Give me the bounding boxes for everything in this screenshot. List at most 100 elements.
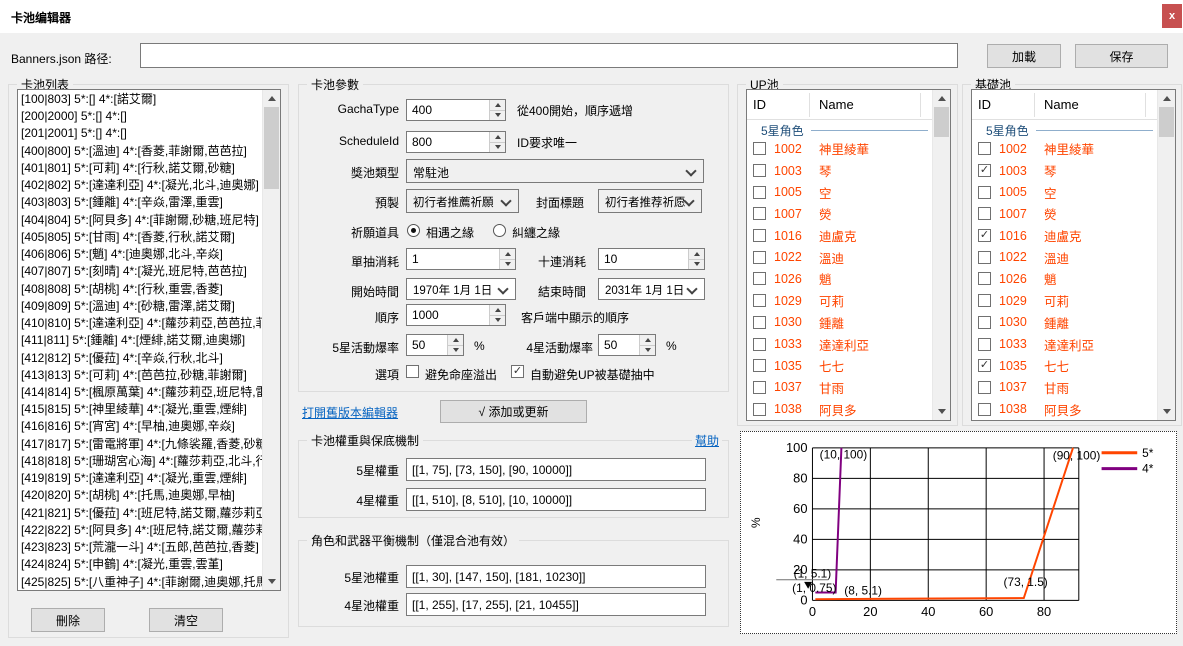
start-time-picker[interactable]: 1970年 1月 1日 [406, 278, 516, 300]
banner-listbox[interactable]: [100|803] 5*:[] 4*:[諾艾爾][200|2000] 5*:[]… [17, 89, 281, 591]
pool-row[interactable]: 1030鍾離 [972, 312, 1158, 334]
banner-list-item[interactable]: [404|804] 5*:[阿貝多] 4*:[菲謝爾,砂糖,班尼特] [21, 212, 263, 229]
row-checkbox[interactable] [978, 142, 991, 155]
path-input[interactable] [140, 43, 958, 68]
banner-list-item[interactable]: [417|817] 5*:[雷電將軍] 4*:[九條裟羅,香菱,砂糖] [21, 436, 263, 453]
help-link[interactable]: 幫助 [692, 432, 722, 449]
row-checkbox[interactable] [753, 229, 766, 242]
ten-cost-input[interactable]: 10 [598, 248, 705, 270]
pool-row[interactable]: 1022溫迪 [747, 246, 933, 268]
legacy-editor-link[interactable]: 打開舊版本編輯器 [302, 404, 398, 421]
row-checkbox[interactable] [978, 338, 991, 351]
banner-list-item[interactable]: [200|2000] 5*:[] 4*:[] [21, 108, 263, 125]
five-star-pool-weight-input[interactable]: [[1, 30], [147, 150], [181, 10230]] [406, 565, 706, 588]
pool-row[interactable]: 1033達達利亞 [972, 333, 1158, 355]
pool-row[interactable]: 1037甘雨 [747, 377, 933, 399]
gachatype-input[interactable]: 400 [406, 99, 506, 121]
row-checkbox[interactable] [753, 294, 766, 307]
sort-spinner[interactable] [489, 305, 505, 325]
scheduleid-spinner[interactable] [489, 132, 505, 152]
row-checkbox[interactable] [978, 251, 991, 264]
row-checkbox[interactable] [978, 294, 991, 307]
end-time-picker[interactable]: 2031年 1月 1日 [598, 278, 705, 300]
row-checkbox[interactable] [753, 381, 766, 394]
row-checkbox[interactable] [753, 186, 766, 199]
banner-list-item[interactable]: [416|816] 5*:[宵宮] 4*:[早柚,迪奧娜,辛焱] [21, 418, 263, 435]
row-checkbox[interactable] [753, 251, 766, 264]
scroll-down-button[interactable] [263, 573, 280, 590]
scroll-down-button[interactable] [1158, 403, 1175, 420]
pool-row[interactable]: 1002神里綾華 [972, 138, 1158, 160]
up-pool-scrollbar[interactable] [932, 90, 950, 420]
pool-row[interactable]: ✓1003琴 [972, 160, 1158, 182]
avoid-constellation-overflow-checkbox[interactable] [406, 365, 419, 378]
banner-list-item[interactable]: [414|814] 5*:[楓原萬葉] 4*:[蘿莎莉亞,班尼特,雷澤] [21, 384, 263, 401]
banner-list-item[interactable]: [415|815] 5*:[神里綾華] 4*:[凝光,重雲,煙緋] [21, 401, 263, 418]
five-star-rate-spinner[interactable] [447, 335, 463, 355]
pool-row[interactable]: 1038阿貝多 [972, 398, 1158, 420]
banner-list-item[interactable]: [421|821] 5*:[優菈] 4*:[班尼特,諾艾爾,蘿莎莉亞] [21, 505, 263, 522]
scroll-thumb[interactable] [934, 107, 949, 137]
row-checkbox[interactable] [753, 164, 766, 177]
row-checkbox[interactable] [753, 338, 766, 351]
pool-row[interactable]: 1035七七 [747, 355, 933, 377]
close-button[interactable]: x [1162, 4, 1182, 28]
pool-row[interactable]: 1029可莉 [972, 290, 1158, 312]
pool-row[interactable]: 1005空 [972, 181, 1158, 203]
pool-row[interactable]: 1037甘雨 [972, 377, 1158, 399]
scroll-up-button[interactable] [1158, 90, 1175, 107]
row-checkbox[interactable] [753, 316, 766, 329]
banner-list-item[interactable]: [406|806] 5*:[魈] 4*:[迪奧娜,北斗,辛焱] [21, 246, 263, 263]
banner-list-item[interactable]: [413|813] 5*:[可莉] 4*:[芭芭拉,砂糖,菲謝爾] [21, 367, 263, 384]
pool-row[interactable]: 1029可莉 [747, 290, 933, 312]
pool-row[interactable]: 1007熒 [747, 203, 933, 225]
pool-row[interactable]: 1007熒 [972, 203, 1158, 225]
delete-button[interactable]: 刪除 [31, 608, 105, 632]
banner-list-item[interactable]: [405|805] 5*:[甘雨] 4*:[香菱,行秋,諾艾爾] [21, 229, 263, 246]
scroll-thumb[interactable] [1159, 107, 1174, 137]
row-checkbox[interactable] [978, 186, 991, 199]
ten-cost-spinner[interactable] [688, 249, 704, 269]
banner-list-item[interactable]: [411|811] 5*:[鍾離] 4*:[煙緋,諾艾爾,迪奧娜] [21, 332, 263, 349]
banner-list-scrollbar[interactable] [262, 90, 280, 590]
banner-list-item[interactable]: [201|2001] 5*:[] 4*:[] [21, 125, 263, 142]
row-checkbox[interactable]: ✓ [978, 229, 991, 242]
banner-list-item[interactable]: [410|810] 5*:[達達利亞] 4*:[蘿莎莉亞,芭芭拉,菲謝爾] [21, 315, 263, 332]
auto-avoid-up-checkbox[interactable]: ✓ [511, 365, 524, 378]
four-star-rate-input[interactable]: 50 [598, 334, 656, 356]
pool-row[interactable]: 1003琴 [747, 160, 933, 182]
pool-row[interactable]: 1030鍾離 [747, 312, 933, 334]
load-button[interactable]: 加載 [987, 44, 1061, 68]
banner-list-item[interactable]: [419|819] 5*:[達達利亞] 4*:[凝光,重雲,煙緋] [21, 470, 263, 487]
scroll-down-button[interactable] [933, 403, 950, 420]
banner-list-item[interactable]: [403|803] 5*:[鍾離] 4*:[辛焱,雷澤,重雲] [21, 194, 263, 211]
pool-row[interactable]: 1002神里綾華 [747, 138, 933, 160]
banner-list-item[interactable]: [401|801] 5*:[可莉] 4*:[行秋,諾艾爾,砂糖] [21, 160, 263, 177]
row-checkbox[interactable] [978, 316, 991, 329]
pool-row[interactable]: 1038阿貝多 [747, 398, 933, 420]
row-checkbox[interactable] [753, 142, 766, 155]
row-checkbox[interactable] [978, 381, 991, 394]
banner-list-item[interactable]: [408|808] 5*:[胡桃] 4*:[行秋,重雲,香菱] [21, 281, 263, 298]
clear-button[interactable]: 清空 [149, 608, 223, 632]
five-star-rate-input[interactable]: 50 [406, 334, 464, 356]
banner-list-item[interactable]: [409|809] 5*:[溫迪] 4*:[砂糖,雷澤,諾艾爾] [21, 298, 263, 315]
cover-title-select[interactable]: 初行者推荐祈愿 [598, 189, 702, 213]
banner-list-item[interactable]: [100|803] 5*:[] 4*:[諾艾爾] [21, 91, 263, 108]
banner-list-item[interactable]: [418|818] 5*:[珊瑚宮心海] 4*:[蘿莎莉亞,北斗,行秋] [21, 453, 263, 470]
pool-row[interactable]: 1026魈 [747, 268, 933, 290]
four-star-weight-input[interactable]: [[1, 510], [8, 510], [10, 10000]] [406, 488, 706, 511]
pool-row[interactable]: ✓1016迪盧克 [972, 225, 1158, 247]
scheduleid-input[interactable]: 800 [406, 131, 506, 153]
pool-row[interactable]: 1026魈 [972, 268, 1158, 290]
row-checkbox[interactable]: ✓ [978, 164, 991, 177]
four-star-pool-weight-input[interactable]: [[1, 255], [17, 255], [21, 10455]] [406, 593, 706, 616]
banner-list-item[interactable]: [402|802] 5*:[達達利亞] 4*:[凝光,北斗,迪奧娜] [21, 177, 263, 194]
scroll-up-button[interactable] [933, 90, 950, 107]
pool-row[interactable]: 1033達達利亞 [747, 333, 933, 355]
row-checkbox[interactable] [753, 359, 766, 372]
row-checkbox[interactable] [753, 403, 766, 416]
acquaint-fate-radio[interactable] [407, 224, 420, 237]
preset-select[interactable]: 初行者推薦祈願 [406, 189, 519, 213]
base-pool-list[interactable]: ID Name 5星角色 1002神里綾華✓1003琴1005空1007熒✓10… [971, 89, 1176, 421]
